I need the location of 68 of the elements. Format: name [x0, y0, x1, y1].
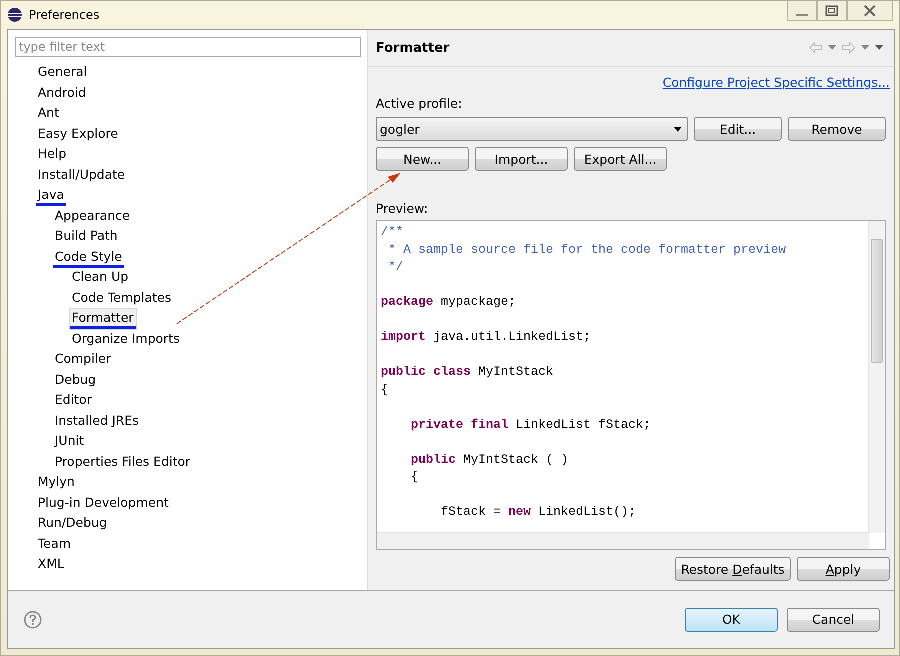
tree-item[interactable]: Clean Up: [70, 268, 131, 288]
code-line: * A sample source file for the code formatter preview: [388, 242, 786, 256]
configure-link[interactable]: Configure Project Specific Settings...: [662, 75, 890, 90]
preview-label: Preview:: [376, 201, 430, 216]
tree-item[interactable]: Appearance: [53, 206, 132, 227]
edit-button[interactable]: Edit...: [694, 117, 782, 141]
code-line: /**: [381, 225, 404, 239]
tree-item[interactable]: Organize Imports: [70, 330, 182, 350]
tree-item[interactable]: Compiler: [53, 350, 114, 370]
ok-button[interactable]: OK: [685, 608, 778, 632]
tree-item[interactable]: Installed JREs: [53, 412, 142, 432]
dropdown-icon[interactable]: [861, 45, 870, 51]
tree-item[interactable]: Debug: [53, 370, 98, 391]
tree-item[interactable]: Editor: [53, 391, 94, 412]
profile-action-button[interactable]: Import...: [475, 147, 568, 171]
code-line: public MyIntStack ( ): [410, 452, 569, 466]
minimize-button[interactable]: [787, 1, 817, 21]
menu-icon[interactable]: [875, 45, 884, 51]
tree-item[interactable]: Formatter: [70, 309, 136, 330]
tree-item[interactable]: Install/Update: [36, 166, 128, 186]
tree-item[interactable]: Code Style: [53, 248, 124, 268]
tree-item[interactable]: Code Templates: [70, 288, 174, 309]
vertical-scrollbar[interactable]: [868, 221, 885, 533]
tree-item[interactable]: Team: [36, 534, 74, 555]
tree-item[interactable]: Java: [36, 186, 66, 206]
cancel-button[interactable]: Cancel: [787, 608, 880, 632]
code-line: import java.util.LinkedList;: [381, 330, 592, 344]
tree-item[interactable]: XML: [36, 555, 66, 576]
profile-action-button[interactable]: New...: [376, 147, 469, 171]
caret-icon: [674, 126, 682, 132]
filter-field[interactable]: type filter text: [15, 37, 361, 57]
maximize-button[interactable]: [817, 1, 847, 21]
maximize-icon: [825, 4, 839, 16]
tree-item[interactable]: Help: [36, 145, 68, 166]
code-line: {: [410, 470, 419, 484]
code-line: fStack = new LinkedList();: [440, 505, 636, 519]
forward-icon[interactable]: [842, 42, 856, 54]
code-line: {: [381, 382, 389, 396]
tree-item[interactable]: Run/Debug: [36, 514, 110, 534]
code-line: private final LinkedList fStack;: [410, 418, 652, 432]
tree-item[interactable]: Easy Explore: [36, 124, 120, 145]
tree-item[interactable]: Plug-in Development: [36, 494, 171, 514]
minimize-icon: [796, 14, 808, 16]
tree-item[interactable]: Properties Files Editor: [53, 452, 193, 473]
close-icon: [863, 4, 877, 16]
window-title: Preferences: [29, 8, 100, 22]
remove-button[interactable]: Remove: [788, 117, 886, 141]
back-icon[interactable]: [809, 42, 823, 54]
tree-item[interactable]: Mylyn: [36, 473, 77, 494]
tree-item[interactable]: JUnit: [53, 432, 86, 452]
active-profile-label: Active profile:: [376, 96, 464, 111]
apply-button[interactable]: Apply: [797, 557, 890, 581]
close-button[interactable]: [847, 1, 893, 21]
tree-item[interactable]: Ant: [36, 104, 62, 124]
tree-item[interactable]: General: [36, 63, 90, 84]
tree-item[interactable]: Android: [36, 84, 88, 104]
tree-item[interactable]: Build Path: [53, 227, 120, 248]
profile-dropdown[interactable]: gogler: [376, 117, 688, 141]
horizontal-scrollbar[interactable]: [377, 532, 869, 549]
code-line: */: [388, 260, 404, 274]
code-line: public class MyIntStack: [381, 365, 554, 379]
page-title: Formatter: [376, 40, 450, 56]
profile-action-button[interactable]: Export All...: [574, 147, 667, 171]
code-line: package mypackage;: [381, 295, 516, 309]
help-icon[interactable]: [24, 610, 42, 628]
app-icon: [7, 7, 23, 23]
restore-defaults-button[interactable]: Restore Defaults: [675, 557, 791, 581]
dropdown-icon[interactable]: [828, 45, 837, 51]
